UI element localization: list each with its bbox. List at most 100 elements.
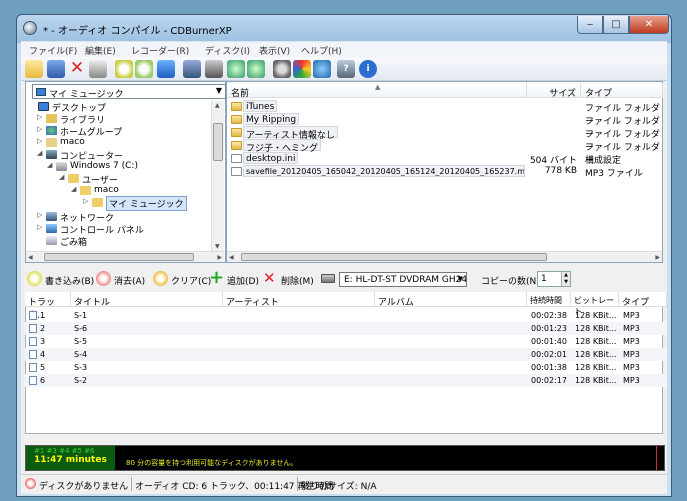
file-row[interactable]: savefile_20120405_165042_20120405_165124…: [227, 165, 663, 179]
search-web-icon[interactable]: [313, 60, 331, 78]
clear-button[interactable]: クリア(C): [153, 271, 211, 287]
scroll-left-icon[interactable]: ◀: [28, 254, 33, 261]
track-row[interactable]: 4 S-4 00:02:01 128 KBit... MP3: [25, 348, 667, 361]
menu-disc[interactable]: ディスク(I): [205, 44, 250, 57]
folder-icon: [80, 186, 91, 195]
tree-hscroll-thumb[interactable]: [44, 253, 194, 261]
window-title: * - オーディオ コンパイル - CDBurnerXP: [43, 26, 232, 37]
menu-help[interactable]: ヘルプ(H): [301, 44, 342, 57]
eject-icon[interactable]: [157, 60, 175, 78]
computer-icon: [46, 150, 57, 159]
add-button[interactable]: + 追加(D): [209, 267, 259, 288]
column-header-type[interactable]: タイプ: [581, 83, 663, 99]
tree-vertical-scrollbar[interactable]: ▲ ▼: [211, 101, 224, 251]
capacity-limit-line: [656, 446, 657, 470]
total-duration-label: 11:47 minutes: [34, 455, 107, 465]
recycle-bin-icon: [46, 236, 57, 245]
tree-scroll-thumb[interactable]: [213, 123, 223, 161]
audio-track-icon: [29, 376, 37, 385]
drive-properties-icon[interactable]: [205, 60, 223, 78]
drive-dropdown-value: E: HL-DT-ST DVDRAM GH24N: [344, 275, 467, 285]
windows-logo-icon[interactable]: [293, 60, 311, 78]
column-header-track[interactable]: トラック...: [25, 292, 71, 321]
location-dropdown[interactable]: マイ ミュージック ▼: [32, 84, 226, 100]
column-header-bitrate[interactable]: ビットレート: [571, 292, 619, 316]
back-icon[interactable]: [227, 60, 245, 78]
burn-disc-icon[interactable]: [115, 60, 133, 78]
minimize-button[interactable]: ‒: [577, 16, 603, 34]
file-row[interactable]: フジ子・ヘミング ファイル フォルダー: [227, 139, 663, 166]
close-button[interactable]: ✕: [629, 16, 669, 34]
status-bar: ディスクがありません オーディオ CD: 6 トラック、00:11:47 再生時…: [21, 474, 667, 492]
user-folder-icon: [46, 138, 57, 147]
drive-dropdown[interactable]: E: HL-DT-ST DVDRAM GH24N ▼: [339, 272, 467, 287]
track-row[interactable]: 1 S-1 00:02:38 128 KBit... MP3: [25, 309, 667, 322]
scroll-right-icon[interactable]: ▶: [655, 254, 660, 261]
main-content: マイ ミュージック ▼ デスクトップ ▷ ライブラリ ▷ ホームグループ ▷ maco…: [21, 81, 667, 494]
compilation-action-bar: 書き込み(B) 消去(A) クリア(C) + 追加(D) ✕ 削除(M) E: HL…: [21, 267, 667, 291]
file-row[interactable]: アーティスト情報なし ファイル フォルダー: [227, 126, 663, 153]
gear-icon[interactable]: [273, 60, 291, 78]
disc-info-icon[interactable]: [183, 60, 201, 78]
column-header-title[interactable]: タイトル: [71, 292, 223, 308]
network-icon: [46, 212, 57, 221]
track-markers: #1 #3 #4 #5 #6: [34, 447, 95, 455]
homegroup-icon: [46, 126, 57, 135]
menu-edit[interactable]: 編集(E): [85, 44, 116, 57]
title-bar[interactable]: * - オーディオ コンパイル - CDBurnerXP ‒ □ ✕: [17, 15, 671, 41]
column-header-size[interactable]: サイズ: [527, 83, 581, 99]
scroll-down-icon[interactable]: ▼: [215, 243, 220, 250]
column-header-name[interactable]: 名前 ▲: [227, 83, 527, 99]
optical-drive-icon: [321, 274, 335, 283]
audio-track-icon: [29, 337, 37, 346]
column-header-type[interactable]: タイプ: [619, 292, 667, 308]
maximize-button[interactable]: □: [603, 16, 629, 34]
remove-button[interactable]: ✕ 削除(M): [263, 271, 314, 288]
folder-icon: [231, 128, 242, 137]
scroll-right-icon[interactable]: ▶: [217, 254, 222, 261]
tree-horizontal-scrollbar[interactable]: ◀ ▶: [26, 251, 224, 262]
file-row[interactable]: iTunes ファイル フォルダー: [227, 100, 663, 127]
close-compilation-icon[interactable]: ✕: [68, 60, 86, 78]
file-row[interactable]: My Ripping ファイル フォルダー: [227, 113, 663, 140]
chevron-down-icon: ▼: [215, 86, 222, 95]
menu-bar: ファイル(F) 編集(E) レコーダー(R) ディスク(I) 表示(V) ヘルプ…: [21, 41, 667, 57]
disc-status: ディスクがありません: [39, 482, 129, 492]
menu-recorder[interactable]: レコーダー(R): [131, 44, 189, 57]
file-row[interactable]: desktop.ini 504 バイト 構成設定: [227, 152, 663, 166]
plus-icon: +: [209, 267, 225, 288]
print-icon[interactable]: [89, 60, 107, 78]
audio-file-icon: [231, 167, 242, 176]
track-row[interactable]: 6 S-2 00:02:17 128 KBit... MP3: [25, 374, 667, 387]
track-row[interactable]: 5 S-3 00:01:38 128 KBit... MP3: [25, 361, 667, 374]
status-separator: [131, 477, 132, 491]
file-list-horizontal-scrollbar[interactable]: ◀ ▶: [227, 251, 662, 262]
column-header-album[interactable]: アルバム: [375, 292, 527, 308]
status-separator: [297, 477, 298, 491]
spin-arrows-icon[interactable]: ▲ ▼: [561, 272, 570, 286]
copies-stepper[interactable]: 1 ▲ ▼: [537, 271, 571, 287]
save-icon[interactable]: [47, 60, 65, 78]
burn-button[interactable]: 書き込み(B): [27, 271, 94, 287]
scroll-up-icon[interactable]: ▲: [215, 102, 220, 109]
app-window: * - オーディオ コンパイル - CDBurnerXP ‒ □ ✕ ファイル(…: [16, 14, 672, 497]
erase-disc-icon[interactable]: [135, 60, 153, 78]
column-header-duration[interactable]: 持続時間: [527, 292, 571, 307]
track-row[interactable]: 2 S-6 00:01:23 128 KBit... MP3: [25, 322, 667, 335]
file-hscroll-thumb[interactable]: [241, 253, 547, 261]
cdburnerxp-app-icon: [23, 21, 37, 35]
info-icon[interactable]: i: [359, 60, 377, 78]
forward-icon[interactable]: [247, 60, 265, 78]
erase-button[interactable]: 消去(A): [96, 271, 145, 287]
column-header-artist[interactable]: アーティスト: [223, 292, 375, 308]
menu-file[interactable]: ファイル(F): [29, 44, 77, 57]
track-list: トラック... タイトル アーティスト アルバム 持続時間 ビットレート タイプ…: [25, 292, 667, 432]
remaining-size: 残りのサイズ: N/A: [301, 482, 377, 492]
scroll-left-icon[interactable]: ◀: [229, 254, 234, 261]
track-row[interactable]: 3 S-5 00:01:40 128 KBit... MP3: [25, 335, 667, 348]
menu-view[interactable]: 表示(V): [259, 44, 290, 57]
toolbar: ✕ ? i: [21, 57, 667, 81]
new-compilation-icon[interactable]: [25, 60, 43, 78]
burn-disc-icon: [27, 271, 42, 286]
help-icon[interactable]: ?: [337, 60, 355, 78]
